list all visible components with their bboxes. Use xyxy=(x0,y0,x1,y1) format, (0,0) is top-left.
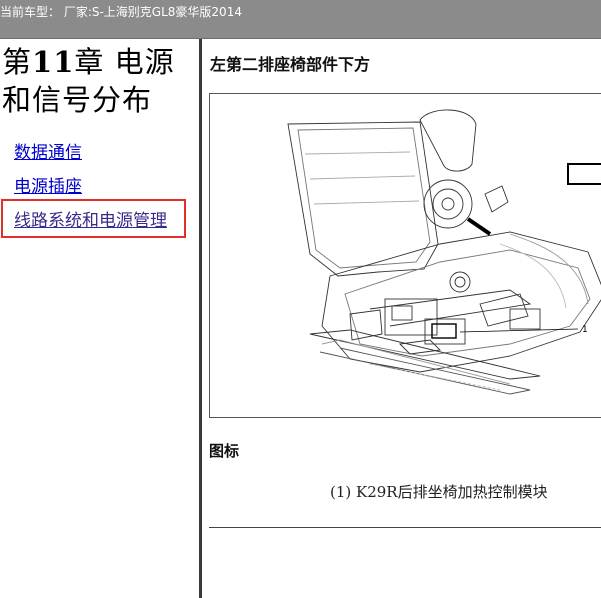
chapter-title-prefix: 第 xyxy=(2,45,33,79)
legend-heading: 图标 xyxy=(209,442,240,460)
nav-link-data-communication[interactable]: 数据通信 xyxy=(14,138,82,163)
selection-highlight xyxy=(1,199,186,238)
content-pane: 左第二排座椅部件下方 1 图标 (1) K29R后排坐椅加热控制模块 xyxy=(202,39,601,598)
content-divider xyxy=(209,527,601,528)
title-bar: 当前车型： 厂家:S-上海别克GL8豪华版2014 xyxy=(0,0,601,39)
nav-link-power-outlets[interactable]: 电源插座 xyxy=(14,172,82,197)
section-heading: 左第二排座椅部件下方 xyxy=(210,55,371,74)
legend-item-1: (1) K29R后排坐椅加热控制模块 xyxy=(330,483,548,501)
navigation-pane: 第11章 电源和信号分布 数据通信 电源插座 线路系统和电源管理 xyxy=(0,39,199,598)
current-vehicle-label: 当前车型： 厂家:S-上海别克GL8豪华版2014 xyxy=(0,5,242,19)
seat-component-figure: 1 xyxy=(209,93,601,418)
chapter-title: 第11章 电源和信号分布 xyxy=(2,43,192,119)
seat-illustration: 1 xyxy=(287,109,601,395)
figure-callout-1: 1 xyxy=(582,325,588,335)
chapter-number: 11 xyxy=(32,45,75,79)
